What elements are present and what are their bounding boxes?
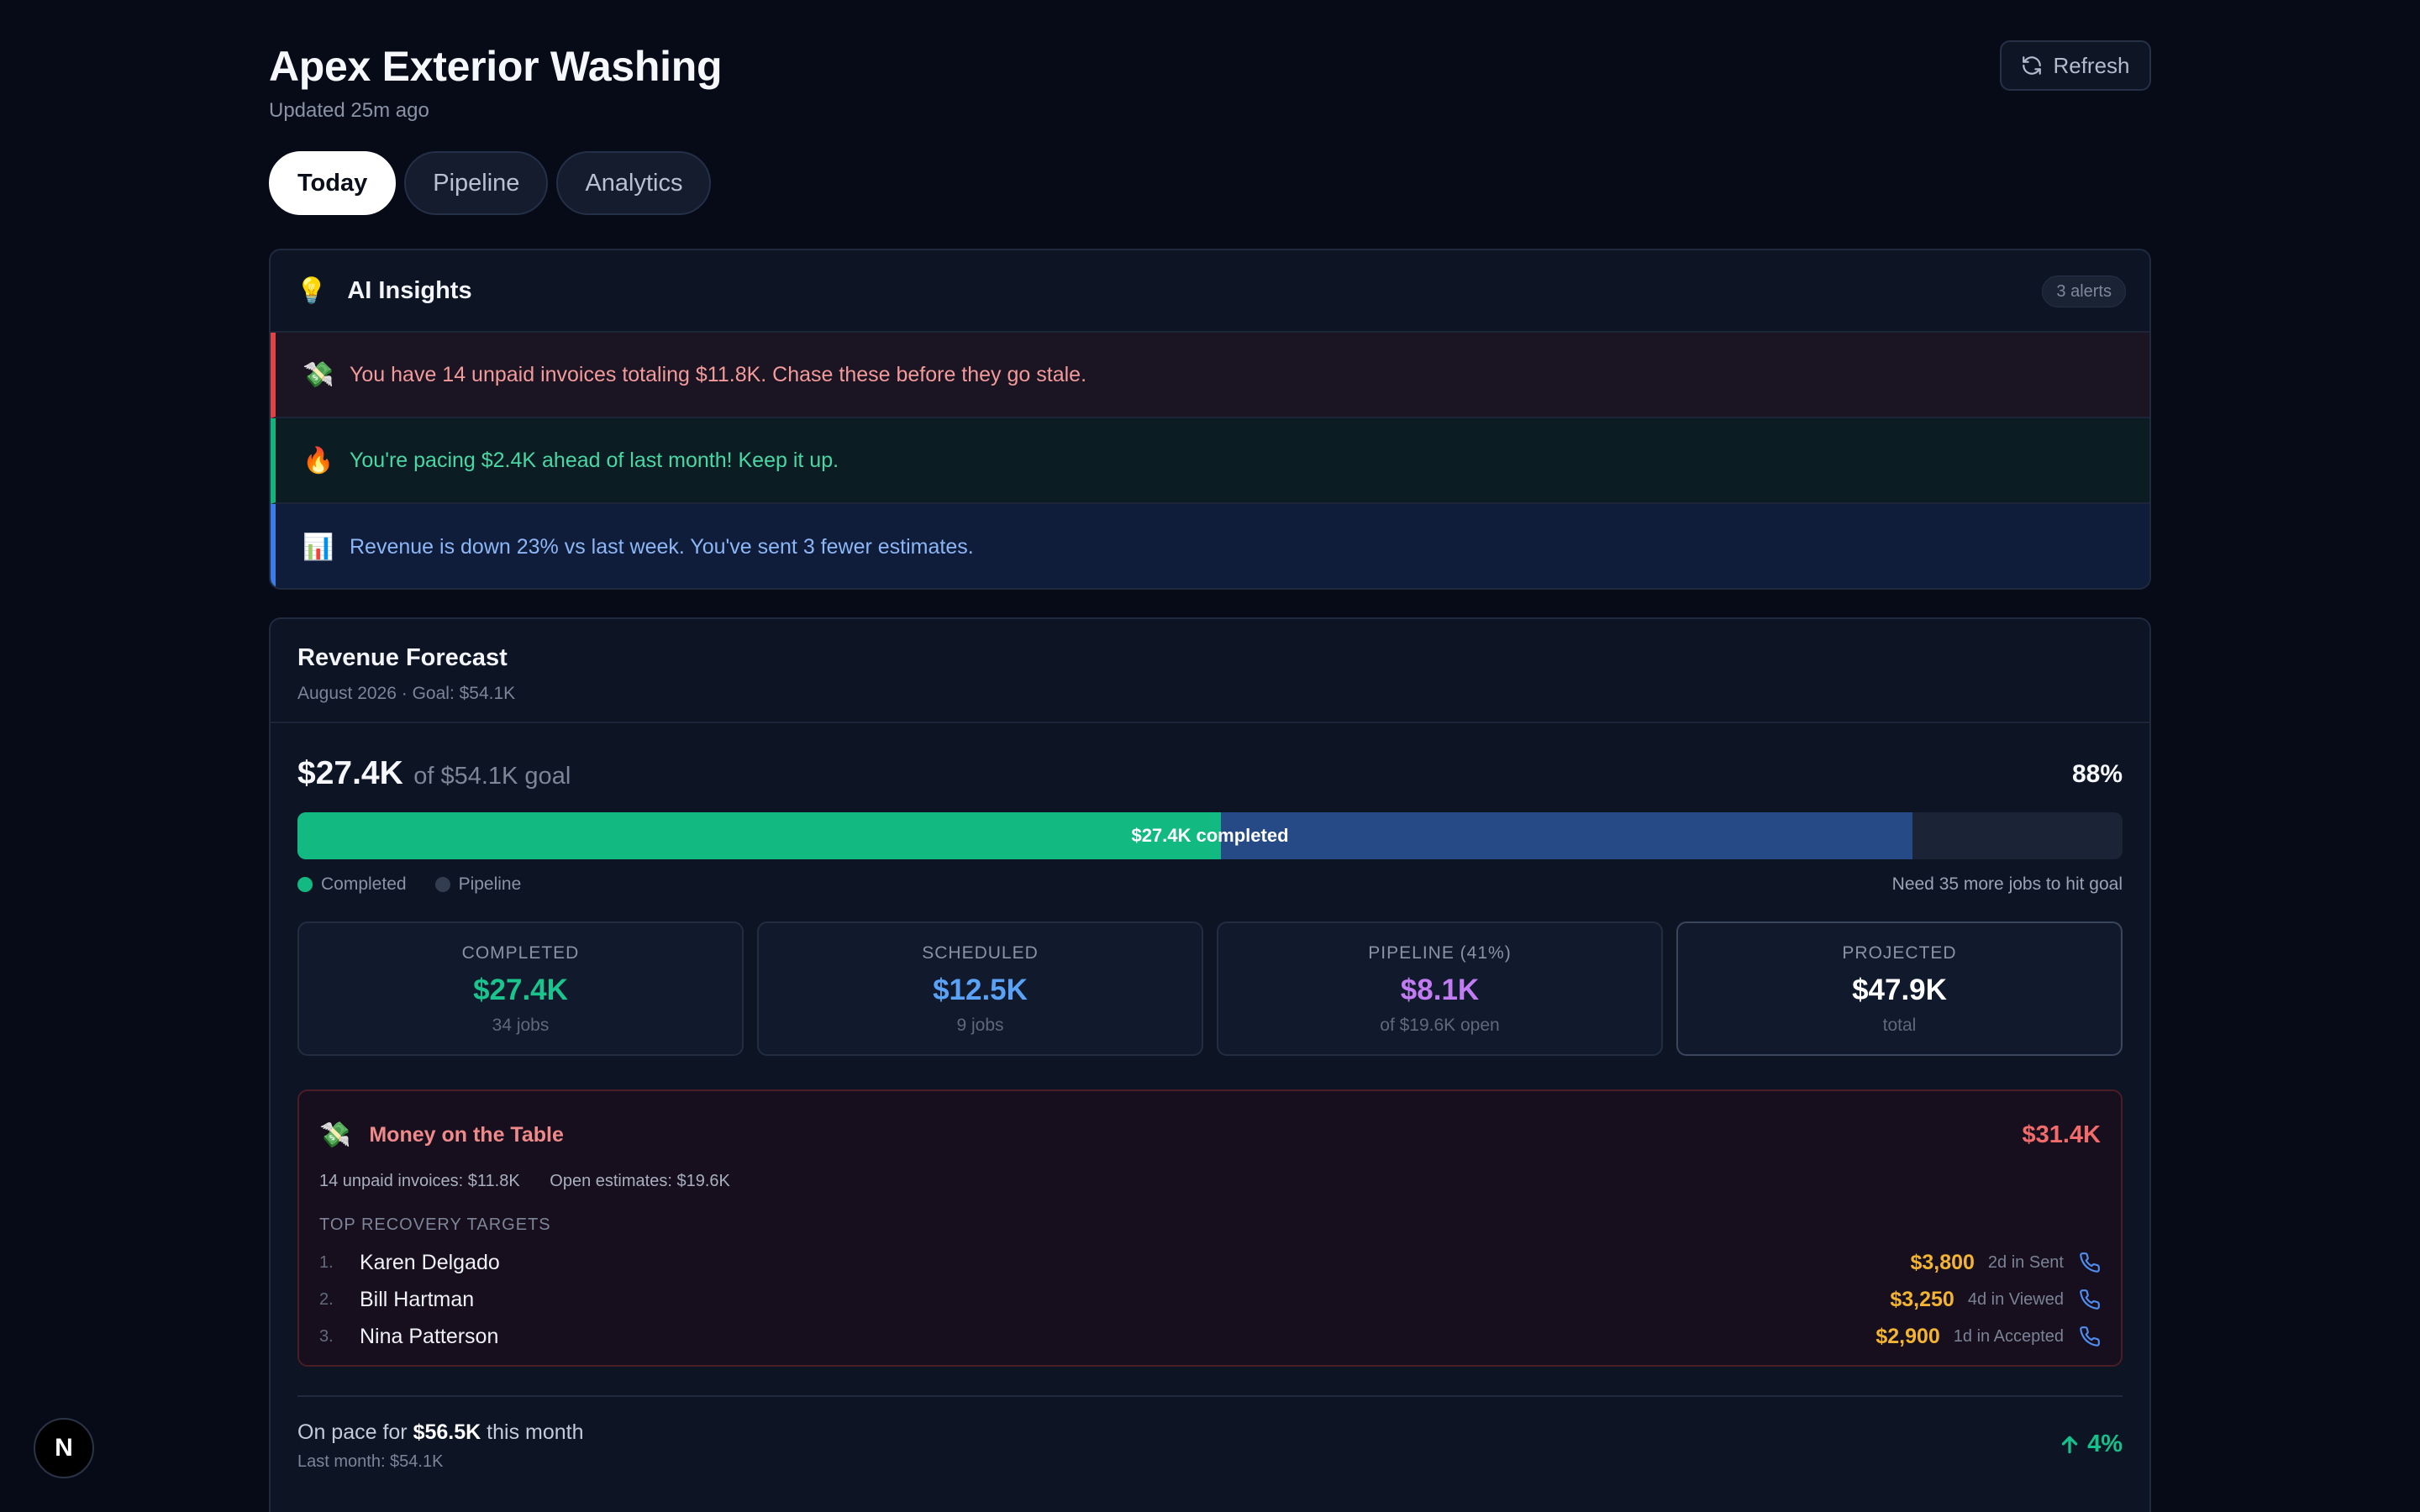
pace-prefix: On pace for: [297, 1420, 408, 1444]
growth-indicator: 4%: [2059, 1431, 2123, 1458]
customer-name: Bill Hartman: [360, 1287, 475, 1311]
phone-icon[interactable]: [2079, 1289, 2101, 1310]
refresh-icon: [2023, 56, 2042, 75]
money-on-table-header: 💸 Money on the Table $31.4K: [319, 1118, 2101, 1152]
alerts-count-badge: 3 alerts: [2042, 276, 2126, 307]
target-stage: 4d in Viewed: [1967, 1289, 2064, 1309]
forecast-stats: COMPLETED $27.4K 34 jobs SCHEDULED $12.5…: [297, 921, 2123, 1056]
stat-sub: 9 jobs: [956, 1016, 1004, 1035]
pace-suffix: this month: [487, 1420, 584, 1444]
insight-unpaid-invoices: 💸 You have 14 unpaid invoices totaling $…: [271, 333, 2149, 418]
stat-pipeline: PIPELINE (41%) $8.1K of $19.6K open: [1217, 921, 1663, 1056]
nextjs-logo-button[interactable]: N: [34, 1418, 94, 1478]
forecast-title: Revenue Forecast: [297, 644, 508, 671]
money-on-table-title: Money on the Table: [369, 1122, 564, 1147]
insight-text: You have 14 unpaid invoices totaling $11…: [350, 362, 1087, 386]
stat-sub: of $19.6K open: [1380, 1016, 1500, 1035]
customer-name: Karen Delgado: [360, 1250, 500, 1274]
stat-scheduled: SCHEDULED $12.5K 9 jobs: [757, 921, 1203, 1056]
logo-letter: N: [55, 1434, 73, 1462]
insight-pacing: 🔥 You're pacing $2.4K ahead of last mont…: [271, 418, 2149, 504]
insight-revenue-down: 📊 Revenue is down 23% vs last week. You'…: [271, 504, 2149, 588]
stat-sub: 34 jobs: [492, 1016, 550, 1035]
recovery-targets-label: TOP RECOVERY TARGETS: [319, 1215, 551, 1234]
stat-label: SCHEDULED: [922, 943, 1039, 963]
phone-icon[interactable]: [2079, 1326, 2101, 1347]
insight-text: You're pacing $2.4K ahead of last month!…: [350, 448, 839, 472]
progress-legend: Completed Pipeline Need 35 more jobs to …: [297, 871, 2123, 898]
stat-value: $27.4K: [473, 974, 568, 1006]
arrow-up-icon: [2061, 1436, 2078, 1453]
stat-value: $47.9K: [1852, 974, 1947, 1006]
open-estimates-text: Open estimates: $19.6K: [550, 1172, 730, 1190]
dashboard-page: Apex Exterior Washing Updated 25m ago Re…: [269, 0, 2151, 1512]
lightbulb-icon: 💡: [296, 276, 328, 305]
money-on-table-panel: 💸 Money on the Table $31.4K 14 unpaid in…: [297, 1089, 2123, 1367]
page-header: Apex Exterior Washing Updated 25m ago Re…: [269, 0, 2151, 134]
progress-label: $27.4K completed: [1131, 825, 1289, 846]
money-on-table-total: $31.4K: [2022, 1121, 2101, 1148]
page-title: Apex Exterior Washing: [269, 43, 723, 90]
jobs-needed-text: Need 35 more jobs to hit goal: [1891, 874, 2123, 894]
tab-analytics[interactable]: Analytics: [556, 151, 712, 215]
ai-insights-title: AI Insights: [347, 276, 472, 304]
last-month-text: Last month: $54.1K: [297, 1452, 444, 1471]
money-wings-icon: 💸: [302, 360, 334, 389]
list-item[interactable]: 1. Karen Delgado $3,800 2d in Sent: [319, 1244, 2101, 1281]
ai-insights-card: 💡 AI Insights 3 alerts 💸 You have 14 unp…: [269, 249, 2151, 590]
pace-text: On pace for $56.5K this month: [297, 1420, 584, 1445]
list-item[interactable]: 3. Nina Patterson $2,900 1d in Accepted: [319, 1318, 2101, 1355]
legend-completed: Completed: [297, 874, 407, 895]
stat-projected: PROJECTED $47.9K total: [1676, 921, 2123, 1056]
recovery-targets-list: 1. Karen Delgado $3,800 2d in Sent 2. Bi…: [319, 1244, 2101, 1355]
forecast-summary: $27.4K of $54.1K goal 88%: [297, 755, 2123, 797]
forecast-percent: 88%: [2071, 760, 2123, 788]
legend-pipeline: Pipeline: [434, 874, 522, 895]
phone-icon[interactable]: [2079, 1252, 2101, 1273]
revenue-forecast-card: Revenue Forecast August 2026 · Goal: $54…: [269, 617, 2151, 1512]
target-amount: $3,800: [1910, 1250, 1975, 1274]
legend-completed-label: Completed: [321, 874, 407, 894]
forecast-header: Revenue Forecast August 2026 · Goal: $54…: [271, 619, 2149, 723]
forecast-goal-text: of $54.1K goal: [413, 763, 571, 790]
fire-icon: 🔥: [302, 446, 334, 475]
legend-pipeline-label: Pipeline: [458, 874, 522, 894]
customer-name: Nina Patterson: [360, 1324, 499, 1348]
legend-pipeline-dot: [434, 877, 450, 892]
forecast-progress-bar: $27.4K completed: [297, 812, 2123, 859]
target-stage: 2d in Sent: [1987, 1252, 2064, 1272]
bar-chart-icon: 📊: [302, 533, 334, 561]
stat-value: $12.5K: [933, 974, 1028, 1006]
pace-amount: $56.5K: [413, 1420, 481, 1444]
forecast-amount: $27.4K: [297, 755, 403, 791]
forecast-subtitle: August 2026 · Goal: $54.1K: [297, 684, 516, 703]
target-amount: $3,250: [1890, 1287, 1954, 1311]
updated-timestamp: Updated 25m ago: [269, 99, 429, 122]
money-wings-icon: 💸: [319, 1121, 351, 1149]
stat-sub: total: [1882, 1016, 1917, 1035]
rank-number: 2.: [319, 1289, 334, 1309]
unpaid-invoices-text: 14 unpaid invoices: $11.8K: [319, 1172, 520, 1190]
tab-today[interactable]: Today: [269, 151, 397, 215]
rank-number: 1.: [319, 1252, 334, 1272]
refresh-label: Refresh: [2053, 52, 2130, 78]
stat-label: COMPLETED: [461, 943, 580, 963]
ai-insights-header: 💡 AI Insights 3 alerts: [271, 250, 2149, 333]
money-on-table-summary: 14 unpaid invoices: $11.8K Open estimate…: [319, 1172, 755, 1191]
tab-pipeline[interactable]: Pipeline: [404, 151, 549, 215]
legend-completed-dot: [297, 877, 313, 892]
stat-value: $8.1K: [1400, 974, 1480, 1006]
insight-text: Revenue is down 23% vs last week. You've…: [350, 534, 974, 559]
list-item[interactable]: 2. Bill Hartman $3,250 4d in Viewed: [319, 1281, 2101, 1318]
rank-number: 3.: [319, 1326, 334, 1346]
stat-label: PIPELINE (41%): [1368, 943, 1512, 963]
tab-bar: Today Pipeline Analytics: [269, 151, 712, 215]
growth-percent: 4%: [2087, 1431, 2123, 1457]
stat-label: PROJECTED: [1842, 943, 1957, 963]
target-stage: 1d in Accepted: [1953, 1326, 2064, 1346]
target-amount: $2,900: [1876, 1324, 1940, 1348]
stat-completed: COMPLETED $27.4K 34 jobs: [297, 921, 744, 1056]
refresh-button[interactable]: Refresh: [2000, 40, 2151, 91]
pace-summary: On pace for $56.5K this month Last month…: [297, 1395, 2123, 1496]
